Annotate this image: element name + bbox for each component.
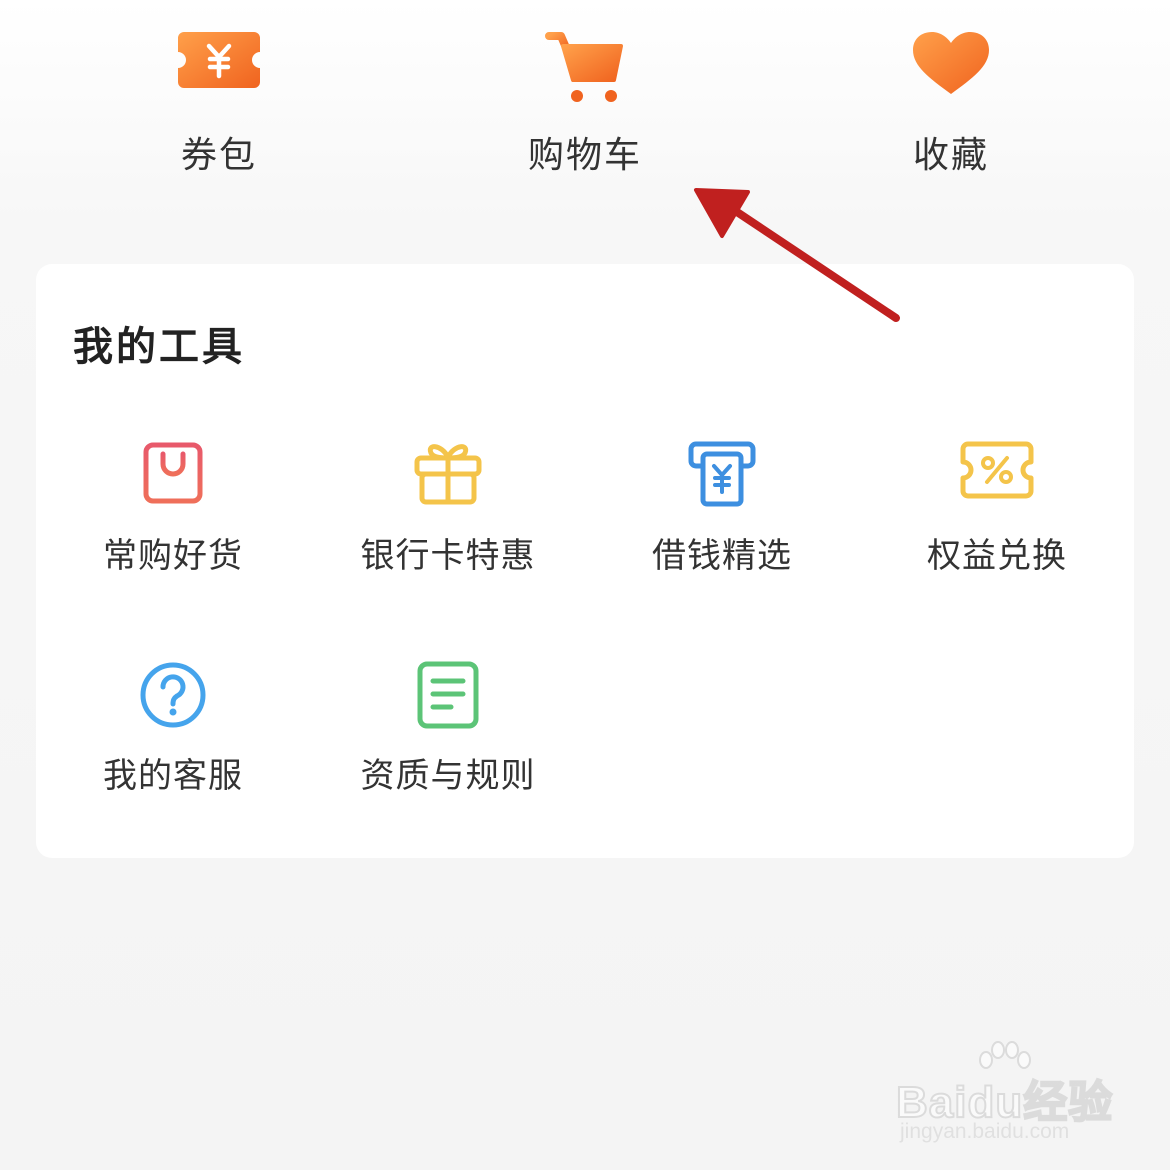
gift-icon: [413, 440, 483, 510]
my-tools-title: 我的工具: [73, 324, 245, 370]
baidu-watermark: Baidu经验 jingyan.baidu.com: [880, 1040, 1140, 1150]
heart-icon: [911, 30, 991, 100]
tool-qualifications-rules[interactable]: 资质与规则: [338, 660, 558, 820]
coupon-ticket-icon: [176, 30, 262, 94]
tool-label: 我的客服: [103, 756, 243, 796]
favorites-label: 收藏: [912, 135, 989, 176]
atm-yuan-icon: [687, 440, 757, 512]
watermark-url: jingyan.baidu.com: [900, 1120, 1070, 1143]
tool-label: 权益兑换: [927, 536, 1067, 576]
help-question-icon: [138, 660, 208, 734]
coupon-wallet-label: 券包: [180, 135, 257, 176]
favorites-button[interactable]: 收藏: [821, 30, 1081, 190]
tool-benefits-exchange[interactable]: 权益兑换: [887, 440, 1107, 600]
tool-label: 资质与规则: [360, 756, 536, 796]
tool-label: 借钱精选: [652, 536, 792, 576]
tool-frequent-purchases[interactable]: 常购好货: [63, 440, 283, 600]
discount-coupon-icon: [959, 440, 1035, 504]
tool-label: 常购好货: [103, 536, 243, 576]
tool-loan-picks[interactable]: 借钱精选: [612, 440, 832, 600]
shopping-cart-button[interactable]: 购物车: [455, 30, 715, 190]
document-icon: [416, 660, 480, 734]
tool-bank-card-offers[interactable]: 银行卡特惠: [338, 440, 558, 600]
top-shortcut-row: 券包 购物车 收藏: [0, 0, 1170, 200]
coupon-wallet-button[interactable]: 券包: [89, 30, 349, 190]
my-tools-card: 我的工具 常购好货 银行卡特惠 借钱精选 权益兑换 我的客服 资质与规则: [36, 264, 1134, 858]
shopping-bag-icon: [141, 440, 205, 510]
tool-label: 银行卡特惠: [360, 536, 536, 576]
tool-customer-service[interactable]: 我的客服: [63, 660, 283, 820]
shopping-cart-icon: [545, 30, 625, 110]
shopping-cart-label: 购物车: [527, 135, 642, 176]
